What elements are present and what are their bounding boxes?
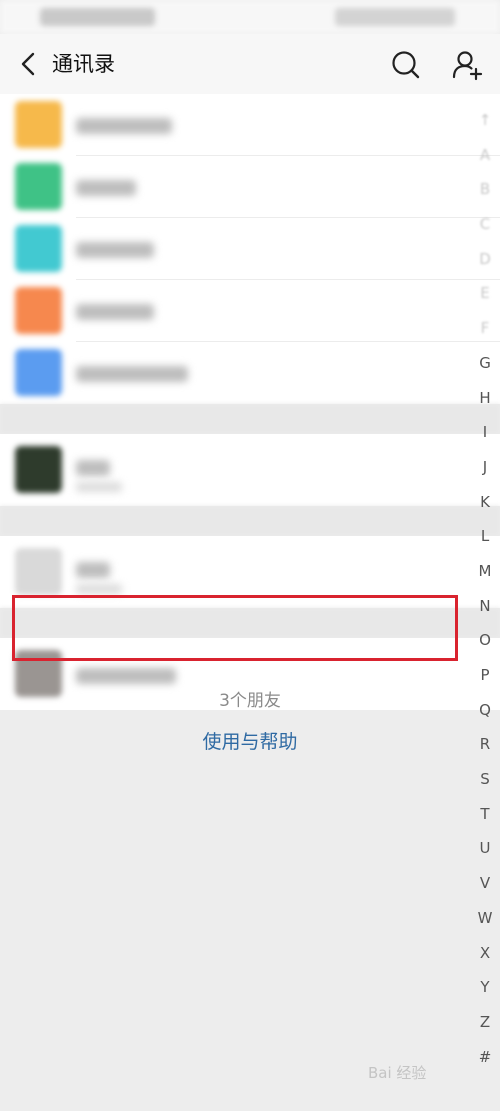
function-icon xyxy=(15,225,62,272)
index-letter[interactable]: T xyxy=(470,797,500,832)
index-letter[interactable]: J xyxy=(470,450,500,485)
index-letter[interactable]: H xyxy=(470,381,500,416)
function-list-item[interactable] xyxy=(0,156,500,218)
item-label-blurred xyxy=(76,366,188,382)
item-label-blurred xyxy=(76,304,154,320)
search-icon[interactable] xyxy=(390,49,422,81)
contact-subtitle-blurred xyxy=(76,584,122,594)
index-letter[interactable]: # xyxy=(470,1040,500,1075)
avatar xyxy=(15,548,62,595)
function-icon xyxy=(15,163,62,210)
section-header xyxy=(0,404,500,434)
index-letter[interactable]: Q xyxy=(470,693,500,728)
index-letter[interactable]: U xyxy=(470,831,500,866)
index-letter[interactable]: C xyxy=(470,207,500,242)
contact-name-blurred xyxy=(76,460,110,476)
function-list-item[interactable] xyxy=(0,280,500,342)
contact-name-blurred xyxy=(76,562,110,578)
function-list-item[interactable] xyxy=(0,218,500,280)
index-letter[interactable]: P xyxy=(470,658,500,693)
watermark: Bai 经验 xyxy=(368,1064,427,1082)
header: 通讯录 xyxy=(0,34,500,94)
function-list-item[interactable] xyxy=(0,94,500,156)
function-list-item[interactable] xyxy=(0,342,500,404)
index-letter[interactable]: S xyxy=(470,762,500,797)
index-letter[interactable]: W xyxy=(470,901,500,936)
screen: 通讯录 3个朋友 使用与帮助 ↑ A B C D E F G H I J K L M N O P Q R S T U V W X… xyxy=(0,0,500,1111)
avatar xyxy=(15,446,62,493)
index-letter[interactable]: N xyxy=(470,589,500,624)
index-letter[interactable]: ↑ xyxy=(470,103,500,138)
item-label-blurred xyxy=(76,242,154,258)
help-link[interactable]: 使用与帮助 xyxy=(0,727,500,754)
index-letter[interactable]: B xyxy=(470,172,500,207)
alphabet-index-bar[interactable]: ↑ A B C D E F G H I J K L M N O P Q R S T U V W X Y Z # xyxy=(470,103,500,1074)
index-letter[interactable]: E xyxy=(470,276,500,311)
add-friend-icon[interactable] xyxy=(452,49,484,81)
status-bar-left xyxy=(40,8,155,26)
index-letter[interactable]: F xyxy=(470,311,500,346)
contact-list-item[interactable] xyxy=(0,434,500,506)
index-letter[interactable]: A xyxy=(470,138,500,173)
index-letter[interactable]: I xyxy=(470,415,500,450)
index-letter[interactable]: R xyxy=(470,727,500,762)
page-title: 通讯录 xyxy=(52,52,115,76)
index-letter[interactable]: O xyxy=(470,623,500,658)
index-letter[interactable]: Z xyxy=(470,1005,500,1040)
section-header xyxy=(0,506,500,536)
index-letter[interactable]: X xyxy=(470,936,500,971)
function-icon xyxy=(15,287,62,334)
index-letter[interactable]: K xyxy=(470,485,500,520)
back-arrow-icon[interactable] xyxy=(15,50,43,78)
item-label-blurred xyxy=(76,180,136,196)
index-letter[interactable]: Y xyxy=(470,970,500,1005)
index-letter[interactable]: G xyxy=(470,346,500,381)
index-letter[interactable]: M xyxy=(470,554,500,589)
item-label-blurred xyxy=(76,118,172,134)
index-letter[interactable]: L xyxy=(470,519,500,554)
function-icon xyxy=(15,101,62,148)
function-icon xyxy=(15,349,62,396)
index-letter[interactable]: V xyxy=(470,866,500,901)
friend-count: 3个朋友 xyxy=(219,691,281,711)
status-bar-right xyxy=(335,8,455,26)
status-bar xyxy=(0,0,500,34)
contact-subtitle-blurred xyxy=(76,482,122,492)
index-letter[interactable]: D xyxy=(470,242,500,277)
highlight-box xyxy=(12,595,458,661)
contact-name-blurred xyxy=(76,668,176,684)
